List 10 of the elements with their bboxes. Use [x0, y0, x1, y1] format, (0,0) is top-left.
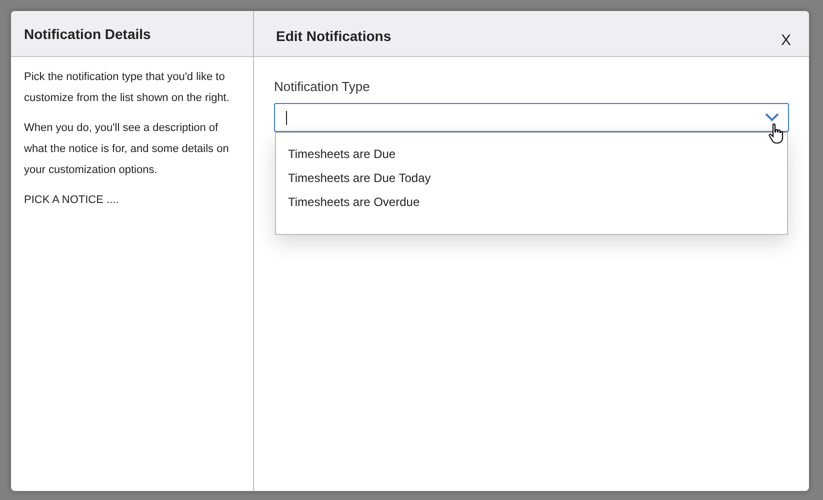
field-label: Notification Type	[274, 79, 371, 94]
dropdown-option[interactable]: Timesheets are Due	[276, 144, 787, 168]
dropdown-option[interactable]: Timesheets are Due Today	[276, 168, 787, 192]
paragraph: PICK A NOTICE ....	[24, 193, 120, 208]
paragraph: Pick the notification type that you'd like to customize from the list shown on the right.	[24, 70, 230, 106]
close-button[interactable]: X	[776, 32, 795, 48]
dialog-title: Edit Notifications	[276, 28, 392, 44]
dropdown-option[interactable]: Timesheets are Overdue	[276, 192, 787, 216]
paragraph: When you do, you'll see a description of what the notice is for, and some details on your customization options.	[24, 121, 230, 178]
panel-title: Notification Details	[24, 26, 151, 42]
